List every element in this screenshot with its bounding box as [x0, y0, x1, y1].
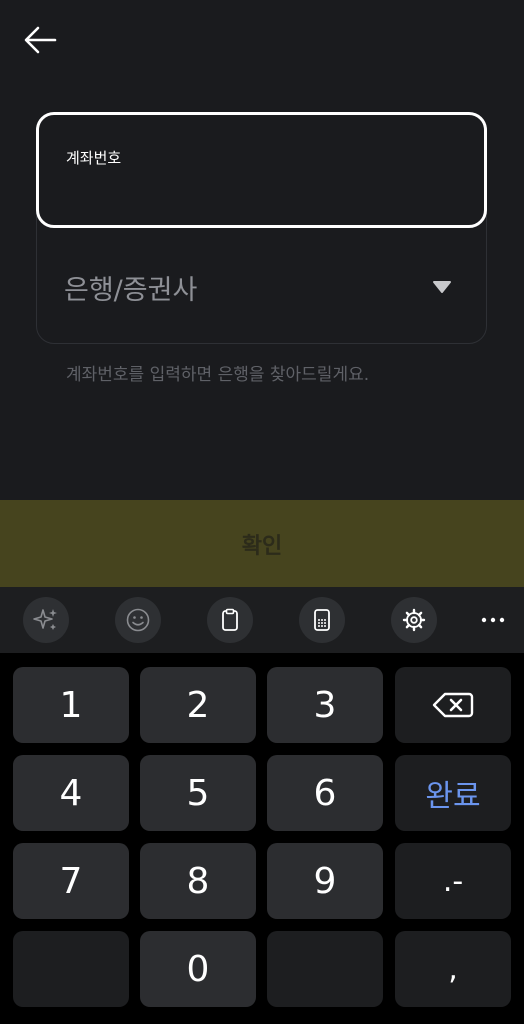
more-button[interactable] [470, 597, 516, 643]
key-0[interactable]: 0 [140, 931, 256, 1007]
settings-button[interactable] [391, 597, 437, 643]
key-6-label: 6 [313, 772, 337, 814]
clipboard-button[interactable] [207, 597, 253, 643]
key-2[interactable]: 2 [140, 667, 256, 743]
key-7[interactable]: 7 [13, 843, 129, 919]
arrow-left-icon [24, 26, 57, 54]
keyboard-toolbar [0, 587, 524, 653]
ai-sparkle-icon [33, 609, 57, 630]
emoji-button[interactable] [115, 597, 161, 643]
emoji-icon [126, 608, 150, 632]
key-0-label: 0 [186, 948, 210, 990]
key-7-label: 7 [59, 860, 83, 902]
backspace-key[interactable] [395, 667, 511, 743]
blank-key-right [267, 931, 383, 1007]
more-dots-icon [481, 617, 505, 623]
confirm-button[interactable]: 확인 [0, 500, 524, 587]
key-8[interactable]: 8 [140, 843, 256, 919]
account-number-label: 계좌번호 [66, 149, 122, 167]
done-key-label: 완료 [425, 779, 481, 814]
comma-key-label: , [448, 951, 458, 987]
keypad-mode-button[interactable] [299, 597, 345, 643]
triangle-down-icon [433, 281, 451, 293]
key-9-label: 9 [313, 860, 337, 902]
dot-dash-key[interactable]: .- [395, 843, 511, 919]
key-8-label: 8 [186, 860, 210, 902]
backspace-icon [432, 692, 474, 718]
key-4-label: 4 [59, 772, 83, 814]
bank-select[interactable]: 은행/증권사 [36, 228, 487, 344]
key-1[interactable]: 1 [13, 667, 129, 743]
numeric-keypad: 1 2 3 4 5 6 완료 7 8 9 .- 0 , [0, 653, 524, 1024]
key-4[interactable]: 4 [13, 755, 129, 831]
account-number-field[interactable]: 계좌번호 [36, 112, 487, 228]
key-5[interactable]: 5 [140, 755, 256, 831]
key-3-label: 3 [313, 684, 337, 726]
blank-key-left [13, 931, 129, 1007]
bank-select-placeholder: 은행/증권사 [64, 275, 198, 306]
key-2-label: 2 [186, 684, 210, 726]
key-5-label: 5 [186, 772, 210, 814]
key-6[interactable]: 6 [267, 755, 383, 831]
keypad-mode-icon [314, 609, 330, 631]
comma-key[interactable]: , [395, 931, 511, 1007]
clipboard-icon [222, 608, 238, 631]
back-button[interactable] [20, 22, 60, 58]
key-1-label: 1 [59, 684, 83, 726]
dot-dash-key-label: .- [442, 863, 464, 899]
settings-gear-icon [402, 608, 426, 632]
helper-text: 계좌번호를 입력하면 은행을 찾아드릴게요. [66, 365, 370, 385]
confirm-button-label: 확인 [241, 533, 283, 559]
key-9[interactable]: 9 [267, 843, 383, 919]
done-key[interactable]: 완료 [395, 755, 511, 831]
key-3[interactable]: 3 [267, 667, 383, 743]
ai-sparkle-button[interactable] [23, 597, 69, 643]
